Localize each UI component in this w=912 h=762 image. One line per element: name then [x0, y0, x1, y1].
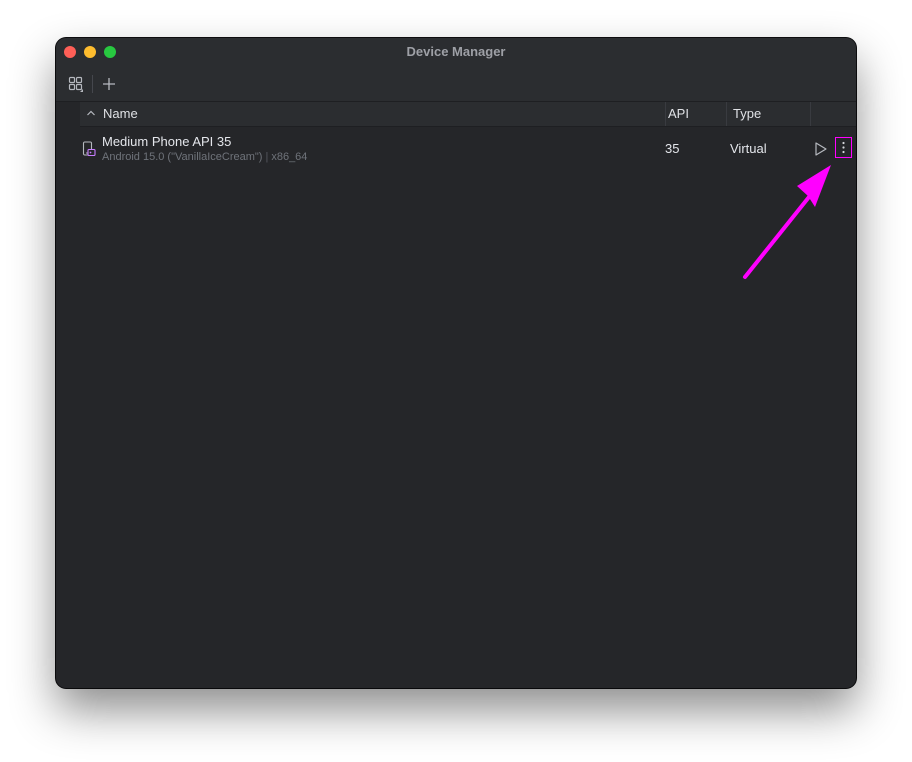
- column-divider[interactable]: [726, 102, 727, 126]
- column-header-type[interactable]: Type: [733, 106, 761, 121]
- device-manager-window: Device Manager Name API Type Medium Phon…: [56, 38, 856, 688]
- run-device-button[interactable]: [813, 140, 829, 158]
- table-row[interactable]: Medium Phone API 35 Android 15.0 ("Vanil…: [80, 127, 856, 171]
- column-header-name[interactable]: Name: [103, 106, 138, 121]
- table-header: Name API Type: [80, 102, 856, 127]
- device-api-level: 35: [665, 141, 680, 156]
- device-abi: x86_64: [271, 151, 308, 163]
- title-bar[interactable]: Device Manager: [56, 38, 856, 66]
- phone-device-icon: [82, 141, 96, 162]
- column-divider[interactable]: [810, 102, 811, 126]
- plus-icon[interactable]: [100, 75, 118, 93]
- device-grid-icon[interactable]: [67, 75, 85, 93]
- sort-ascending-icon[interactable]: [85, 105, 97, 124]
- device-name: Medium Phone API 35: [102, 134, 232, 149]
- play-icon: [815, 142, 827, 156]
- column-header-api[interactable]: API: [668, 106, 689, 121]
- more-actions-button[interactable]: [835, 137, 852, 158]
- toolbar-separator: [92, 75, 93, 93]
- device-type: Virtual: [730, 141, 767, 156]
- column-divider[interactable]: [665, 102, 666, 126]
- toolbar: [56, 66, 856, 102]
- device-android-version: Android 15.0 ("VanillaIceCream"): [102, 151, 263, 163]
- more-vertical-icon: [842, 141, 845, 154]
- detail-separator: |: [265, 151, 269, 163]
- window-title: Device Manager: [406, 44, 506, 59]
- device-details: Android 15.0 ("VanillaIceCream") | x86_64: [102, 151, 307, 163]
